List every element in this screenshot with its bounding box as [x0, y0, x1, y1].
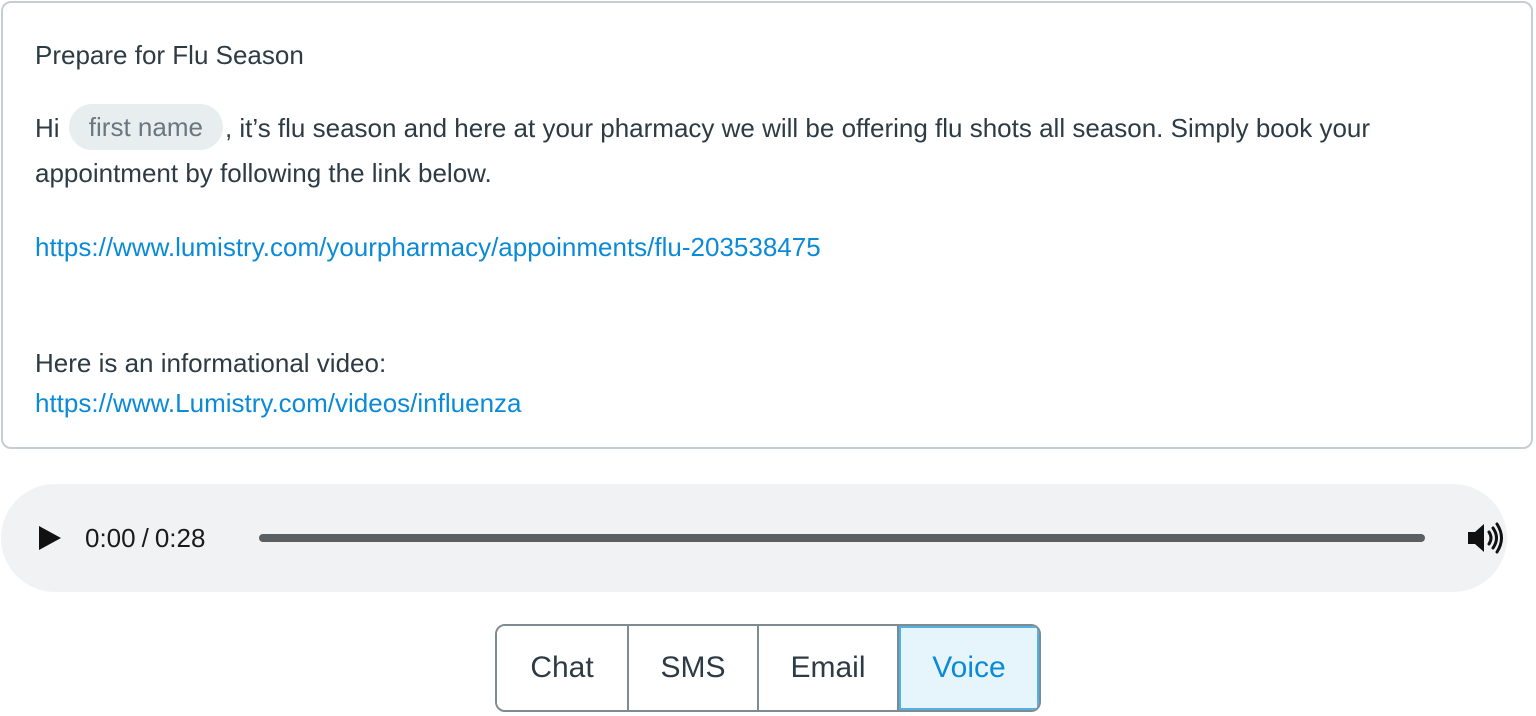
video-link[interactable]: https://www.Lumistry.com/videos/influenz… — [35, 385, 521, 421]
booking-link[interactable]: https://www.lumistry.com/yourpharmacy/ap… — [35, 229, 821, 265]
current-time: 0:00 — [85, 523, 136, 553]
message-preview-card: Prepare for Flu Season Hi first name, it… — [1, 1, 1533, 449]
video-label: Here is an informational video: — [35, 348, 387, 378]
tab-voice[interactable]: Voice — [899, 626, 1039, 710]
first-name-placeholder-chip: first name — [68, 104, 223, 150]
audio-player: 0:00/0:28 — [1, 484, 1507, 592]
greeting-text: Hi — [35, 112, 60, 143]
time-separator: / — [141, 523, 149, 553]
message-body: Hi first name, it’s flu season and here … — [35, 104, 1475, 193]
tab-sms[interactable]: SMS — [629, 626, 759, 710]
time-display: 0:00/0:28 — [85, 520, 205, 556]
channel-tabs: Chat SMS Email Voice — [495, 624, 1041, 712]
tab-email[interactable]: Email — [759, 626, 899, 710]
audio-progress-slider[interactable] — [259, 534, 1425, 542]
duration: 0:28 — [154, 523, 206, 553]
play-icon[interactable] — [31, 520, 67, 556]
message-subject: Prepare for Flu Season — [35, 40, 304, 70]
body-text: , it’s flu season and here at your pharm… — [35, 112, 1371, 188]
tab-chat[interactable]: Chat — [497, 626, 629, 710]
volume-icon[interactable] — [1465, 520, 1505, 556]
